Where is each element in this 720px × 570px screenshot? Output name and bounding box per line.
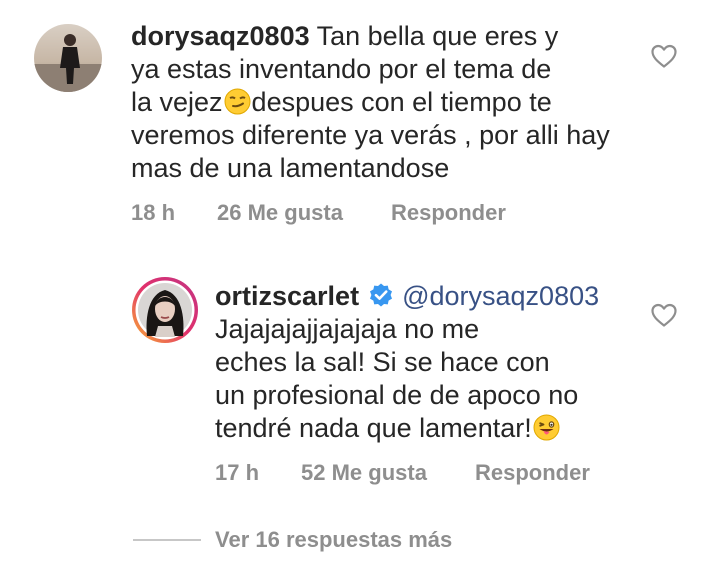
- reply-button[interactable]: Responder: [391, 200, 506, 226]
- comment-body: dorysaqz0803 Tan bella que eres y ya est…: [131, 20, 671, 185]
- comment-time: 18 h: [131, 200, 176, 225]
- comment-line: mas de una lamentandose: [131, 153, 450, 183]
- comment-time: 17 h: [215, 460, 260, 485]
- user-photo-icon: [34, 24, 102, 92]
- comment-line: veremos diferente ya verás , por alli ha…: [131, 120, 610, 150]
- mention-link[interactable]: @dorysaqz0803: [402, 281, 599, 311]
- user-photo-icon: [132, 277, 198, 343]
- verified-badge-icon: [368, 282, 394, 308]
- comment-line: Jajajajajjajajaja no me: [215, 314, 480, 344]
- comment-line: la vejez: [131, 87, 223, 117]
- comment-line: eches la sal! Si se hace con: [215, 347, 550, 377]
- heart-icon[interactable]: [650, 43, 678, 69]
- avatar-dorysaqz0803[interactable]: [34, 24, 102, 92]
- view-more-replies-button[interactable]: Ver 16 respuestas más: [215, 527, 452, 553]
- comment-line: Tan bella que eres y: [316, 21, 559, 51]
- comment-meta: 18 h 26 Me gusta Responder: [131, 200, 551, 228]
- winking-face-with-tongue-icon: [533, 414, 560, 441]
- smirking-face-icon: [224, 88, 251, 115]
- comment-body: ortizscarlet @dorysaqz0803 Jajajajajjaja…: [215, 280, 655, 445]
- heart-icon[interactable]: [650, 302, 678, 328]
- avatar-ortizscarlet[interactable]: [131, 276, 199, 344]
- comment-username[interactable]: dorysaqz0803: [131, 21, 310, 51]
- comment-line: un profesional de de apoco no: [215, 380, 579, 410]
- comment-line: tendré nada que lamentar!: [215, 413, 532, 443]
- like-count-button[interactable]: 26 Me gusta: [217, 200, 343, 226]
- replies-divider: [133, 539, 201, 541]
- comment-username[interactable]: ortizscarlet: [215, 281, 359, 311]
- comment-meta: 17 h 52 Me gusta Responder: [215, 460, 635, 488]
- comment-line: despues con el tiempo te: [251, 87, 552, 117]
- like-count-button[interactable]: 52 Me gusta: [301, 460, 427, 486]
- reply-button[interactable]: Responder: [475, 460, 590, 486]
- comment-line: ya estas inventando por el tema de: [131, 54, 552, 84]
